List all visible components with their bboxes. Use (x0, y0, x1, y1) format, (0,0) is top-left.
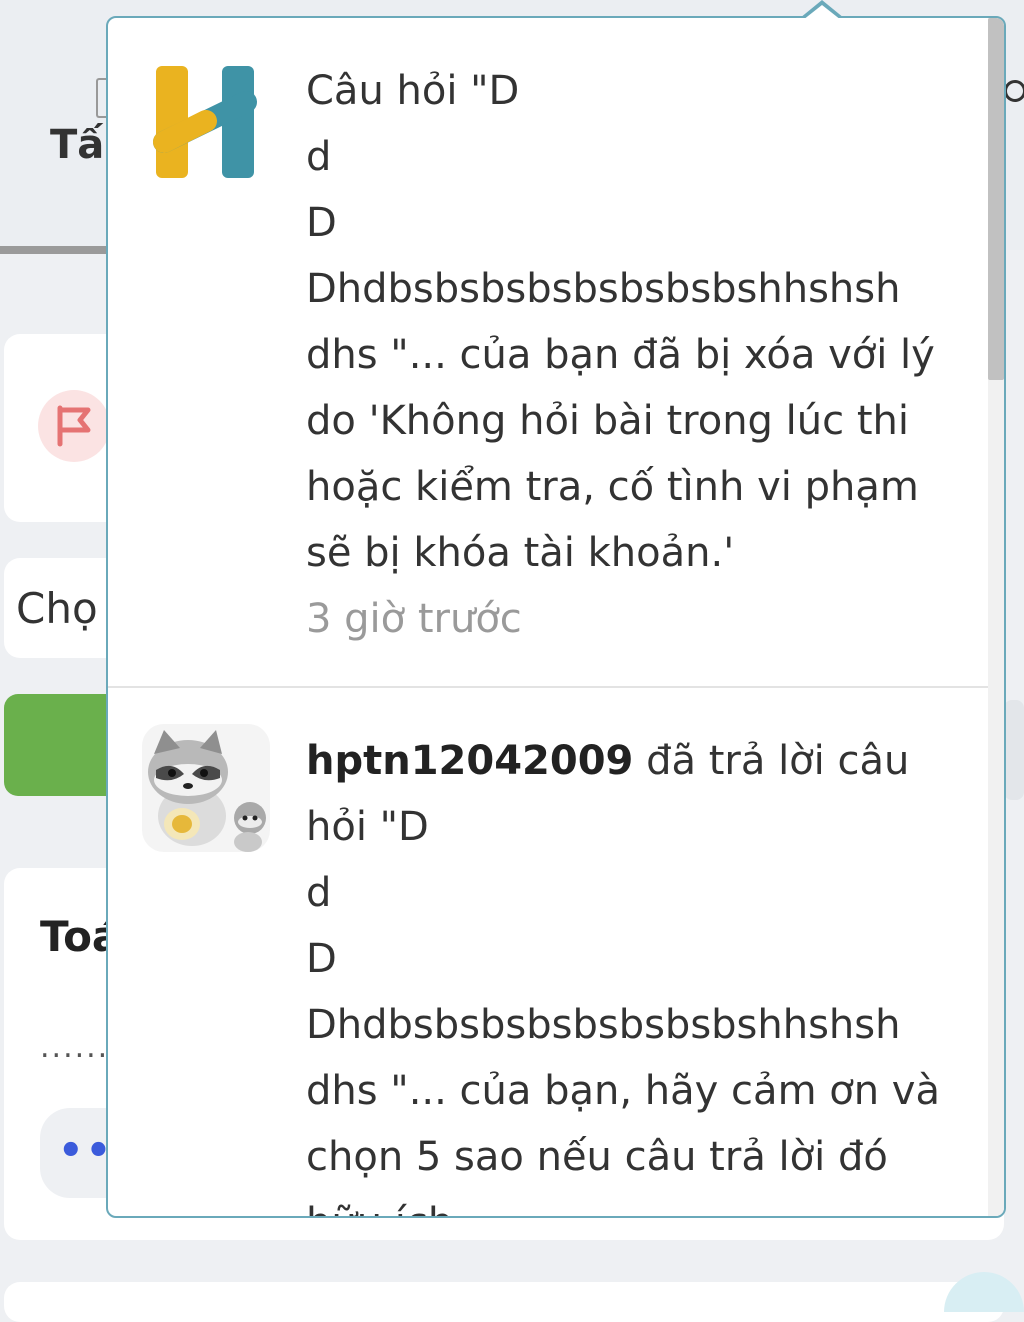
notification-time: 3 giờ trước (306, 596, 522, 642)
notification-item[interactable]: hptn12042009 đã trả lời câu hỏi "D d D D… (108, 688, 988, 1216)
notification-username[interactable]: hptn12042009 (306, 738, 633, 784)
notification-message: Câu hỏi "D d D Dhdbsbsbsbsbsbsbsbshhshsh… (306, 68, 935, 576)
notification-message: đã trả lời câu hỏi "D d D Dhdbsbsbsbsbsb… (306, 738, 940, 1216)
next-card (4, 1282, 1004, 1322)
hoc24-logo-icon (142, 56, 270, 184)
badge-icon (944, 1272, 1024, 1312)
settings-icon[interactable] (1004, 80, 1024, 102)
notification-list: Câu hỏi "D d D Dhdbsbsbsbsbsbsbsbshhshsh… (108, 18, 988, 1216)
tab-underline (0, 246, 110, 254)
flag-icon[interactable] (38, 390, 110, 462)
scrollbar-thumb[interactable] (988, 18, 1004, 380)
raccoon-avatar-icon[interactable] (142, 724, 270, 852)
notification-text: Câu hỏi "D d D Dhdbsbsbsbsbsbsbsbshhshsh… (306, 58, 966, 652)
notification-item[interactable]: Câu hỏi "D d D Dhdbsbsbsbsbsbsbsbshhshsh… (108, 18, 988, 688)
popup-caret-fill (803, 5, 841, 20)
notification-text: hptn12042009 đã trả lời câu hỏi "D d D D… (306, 728, 966, 1216)
select-label: Chọ (16, 584, 98, 633)
tab-label[interactable]: Tấ (50, 122, 104, 168)
question-preview: ...... (40, 1030, 110, 1065)
notification-popup: Câu hỏi "D d D Dhdbsbsbsbsbsbsbsbshhshsh… (106, 16, 1006, 1218)
side-panel-edge (1004, 700, 1024, 800)
